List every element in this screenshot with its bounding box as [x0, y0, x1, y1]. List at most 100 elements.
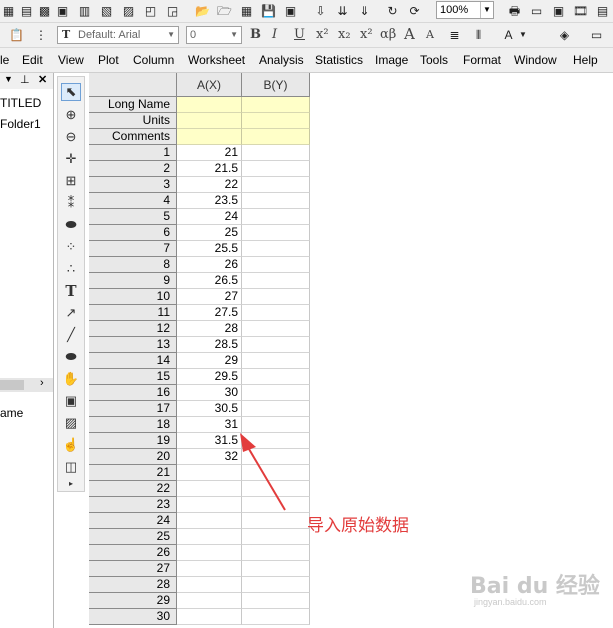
data-cell-a[interactable]: 30 [177, 385, 242, 401]
menu-help[interactable]: Help [573, 53, 598, 67]
column-header-b[interactable]: B(Y) [242, 73, 310, 97]
subscript-button[interactable]: x₂ [338, 27, 351, 42]
data-cell-b[interactable] [242, 161, 310, 177]
data-cell-a[interactable]: 29 [177, 353, 242, 369]
chevron-down-icon[interactable]: ▼ [518, 26, 528, 43]
new-notes-icon[interactable]: ◰ [142, 2, 159, 19]
new-script-icon[interactable]: ◲ [164, 2, 181, 19]
row-number[interactable]: 13 [89, 337, 177, 353]
meta-row-label[interactable]: Units [89, 113, 177, 129]
pin-icon[interactable]: ⊥ [20, 73, 30, 86]
meta-cell-b[interactable] [242, 97, 310, 113]
open-template-icon[interactable]: 🗁 [216, 2, 233, 19]
menu-view[interactable]: View [58, 53, 84, 67]
row-number[interactable]: 15 [89, 369, 177, 385]
underline-button[interactable]: U [294, 27, 305, 42]
bold-button[interactable]: B [250, 27, 261, 42]
new-graph-icon[interactable]: ▣ [54, 2, 71, 19]
corner-cell[interactable] [89, 73, 177, 97]
row-number[interactable]: 19 [89, 433, 177, 449]
scrollbar-thumb[interactable] [0, 380, 24, 390]
draw-data-icon[interactable]: ∴ [61, 260, 81, 278]
open-folder-icon[interactable]: 📂 [194, 2, 211, 19]
chevron-down-icon[interactable]: ▼ [167, 27, 175, 43]
row-number[interactable]: 21 [89, 465, 177, 481]
project-title[interactable]: TITLED [0, 96, 41, 110]
formula-tool-icon[interactable]: ▣ [61, 392, 81, 410]
data-cell-b[interactable] [242, 401, 310, 417]
save-icon[interactable]: 💾 [260, 2, 277, 19]
new-layout-icon[interactable]: ▨ [120, 2, 137, 19]
increase-font-button[interactable]: A [404, 25, 415, 43]
new-excel-icon[interactable]: ▥ [76, 2, 93, 19]
menu-statistics[interactable]: Statistics [315, 53, 363, 67]
meta-cell-b[interactable] [242, 129, 310, 145]
column-header-a[interactable]: A(X) [177, 73, 242, 97]
meta-cell-a[interactable] [177, 129, 242, 145]
data-cell-a[interactable] [177, 561, 242, 577]
data-cell-b[interactable] [242, 193, 310, 209]
zoom-select[interactable]: 100% ▼ [436, 1, 494, 19]
data-cell-a[interactable]: 26.5 [177, 273, 242, 289]
chevron-down-icon[interactable]: ▼ [480, 2, 493, 18]
export-page-icon[interactable]: ▭ [528, 2, 545, 19]
data-cell-a[interactable]: 28.5 [177, 337, 242, 353]
zoom-in-icon[interactable]: ⊕ [61, 106, 81, 124]
row-number[interactable]: 7 [89, 241, 177, 257]
font-name-select[interactable]: T Default: Arial ▼ [57, 26, 179, 44]
chevron-down-icon[interactable]: ▼ [230, 27, 238, 43]
row-number[interactable]: 8 [89, 257, 177, 273]
menu-worksheet[interactable]: Worksheet [188, 53, 245, 67]
hand-tool-icon[interactable]: ✋ [61, 370, 81, 388]
menu-plot[interactable]: Plot [98, 53, 119, 67]
superscript-button[interactable]: x² [316, 27, 329, 42]
supersub-button[interactable]: x² [360, 27, 373, 42]
data-cell-a[interactable]: 26 [177, 257, 242, 273]
row-number[interactable]: 17 [89, 401, 177, 417]
align-left-icon[interactable]: ≣ [446, 26, 463, 43]
data-cell-a[interactable]: 29.5 [177, 369, 242, 385]
film-strip-icon[interactable]: 🎞 [572, 2, 589, 19]
data-cell-b[interactable] [242, 545, 310, 561]
close-icon[interactable]: ✕ [38, 73, 47, 86]
data-cell-b[interactable] [242, 209, 310, 225]
data-cell-b[interactable] [242, 273, 310, 289]
open-excel-icon[interactable]: ▦ [238, 2, 255, 19]
data-cell-b[interactable] [242, 577, 310, 593]
data-cell-a[interactable]: 21.5 [177, 161, 242, 177]
mask-points-icon[interactable]: ⁘ [61, 238, 81, 256]
data-cell-b[interactable] [242, 145, 310, 161]
data-cell-a[interactable]: 30.5 [177, 401, 242, 417]
meta-cell-b[interactable] [242, 113, 310, 129]
row-number[interactable]: 10 [89, 289, 177, 305]
pointer-icon[interactable]: ⬉ [61, 83, 81, 101]
expand-toolbar-icon[interactable]: ▸ [61, 477, 81, 489]
data-cell-a[interactable]: 27 [177, 289, 242, 305]
row-number[interactable]: 6 [89, 225, 177, 241]
text-tool-icon[interactable]: T [61, 282, 81, 300]
row-number[interactable]: 3 [89, 177, 177, 193]
data-cell-b[interactable] [242, 225, 310, 241]
row-number[interactable]: 11 [89, 305, 177, 321]
data-cell-a[interactable] [177, 609, 242, 625]
screen-reader-icon[interactable]: ✛ [61, 150, 81, 168]
italic-button[interactable]: I [272, 27, 277, 42]
new-matrix-icon[interactable]: ▩ [36, 2, 53, 19]
import-ascii-icon[interactable]: ⇩ [312, 2, 329, 19]
data-cell-a[interactable]: 27.5 [177, 305, 242, 321]
paste-icon[interactable]: 📋 [8, 26, 25, 43]
menu-window[interactable]: Window [514, 53, 557, 67]
results-log-icon[interactable]: ▤ [594, 2, 611, 19]
row-number[interactable]: 12 [89, 321, 177, 337]
data-cursor-icon[interactable]: ⁑ [61, 194, 81, 212]
data-cell-a[interactable]: 25.5 [177, 241, 242, 257]
meta-cell-a[interactable] [177, 113, 242, 129]
data-cell-a[interactable]: 24 [177, 209, 242, 225]
menu-analysis[interactable]: Analysis [259, 53, 304, 67]
fill-color-icon[interactable]: ◈ [556, 26, 573, 43]
arrow-tool-icon[interactable]: ↗ [61, 304, 81, 322]
row-number[interactable]: 5 [89, 209, 177, 225]
data-cell-b[interactable] [242, 561, 310, 577]
menu-file[interactable]: le [0, 53, 9, 67]
save-template-icon[interactable]: ▣ [282, 2, 299, 19]
